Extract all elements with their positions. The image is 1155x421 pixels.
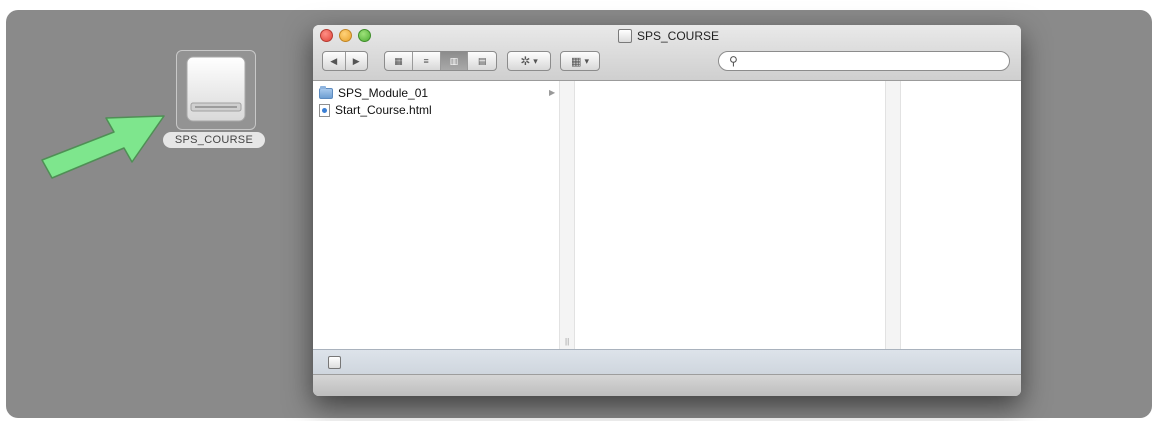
- chevron-down-icon: ▾: [533, 55, 538, 66]
- window-title-text: SPS_COURSE: [637, 29, 720, 43]
- minimize-button[interactable]: [339, 29, 352, 42]
- column-divider[interactable]: [886, 81, 901, 349]
- list-item[interactable]: SPS_Module_01: [319, 85, 428, 101]
- icon-view-icon[interactable]: ▦: [385, 52, 413, 70]
- html-file-icon: [319, 103, 330, 117]
- item-label: SPS_Module_01: [338, 86, 429, 100]
- back-forward-buttons: ◀ ▶: [322, 51, 368, 71]
- arrange-button[interactable]: ▦ ▾: [560, 51, 600, 71]
- forward-icon[interactable]: ▶: [346, 52, 368, 70]
- finder-window: SPS_COURSE ◀ ▶ ▦ ≡ ▥ ▤ ✲ ▾ ▦ ▾ ⚲ SPS_Mod…: [313, 25, 1021, 396]
- zoom-button[interactable]: [358, 29, 371, 42]
- view-switcher: ▦ ≡ ▥ ▤: [384, 51, 497, 71]
- arrange-icon: ▦: [571, 55, 582, 68]
- window-title: SPS_COURSE: [618, 28, 719, 44]
- column-divider[interactable]: [560, 81, 575, 349]
- item-label: Start_Course.html: [335, 103, 432, 117]
- folder-icon: [319, 85, 333, 99]
- drive-icon[interactable]: [176, 50, 256, 130]
- column-1: SPS_Module_01 ▶ Start_Course.html: [313, 81, 560, 349]
- search-icon: ⚲: [729, 54, 738, 68]
- column-browser: SPS_Module_01 ▶ Start_Course.html ||: [313, 81, 1021, 349]
- status-bar: [313, 374, 1021, 396]
- path-bar: [313, 349, 1021, 374]
- column-view-icon[interactable]: ▥: [440, 52, 469, 70]
- back-icon[interactable]: ◀: [323, 52, 346, 70]
- list-item[interactable]: Start_Course.html: [319, 102, 432, 118]
- search-input[interactable]: ⚲: [718, 51, 1010, 71]
- action-button[interactable]: ✲ ▾: [507, 51, 551, 71]
- chevron-down-icon: ▾: [584, 55, 589, 66]
- close-button[interactable]: [320, 29, 333, 42]
- list-view-icon[interactable]: ≡: [413, 52, 441, 70]
- drive-label[interactable]: SPS_COURSE: [163, 132, 265, 148]
- pointer-arrow-icon: [41, 115, 165, 179]
- column-resize-handle[interactable]: ||: [565, 337, 569, 346]
- external-drive-icon: [186, 56, 246, 122]
- gear-icon: ✲: [520, 54, 531, 68]
- coverflow-view-icon[interactable]: ▤: [468, 52, 496, 70]
- disclosure-arrow-icon: ▶: [549, 88, 556, 97]
- column-2: [575, 81, 886, 349]
- titlebar[interactable]: SPS_COURSE ◀ ▶ ▦ ≡ ▥ ▤ ✲ ▾ ▦ ▾ ⚲: [313, 25, 1021, 81]
- drive-icon: [618, 29, 632, 43]
- drive-icon[interactable]: [328, 356, 341, 369]
